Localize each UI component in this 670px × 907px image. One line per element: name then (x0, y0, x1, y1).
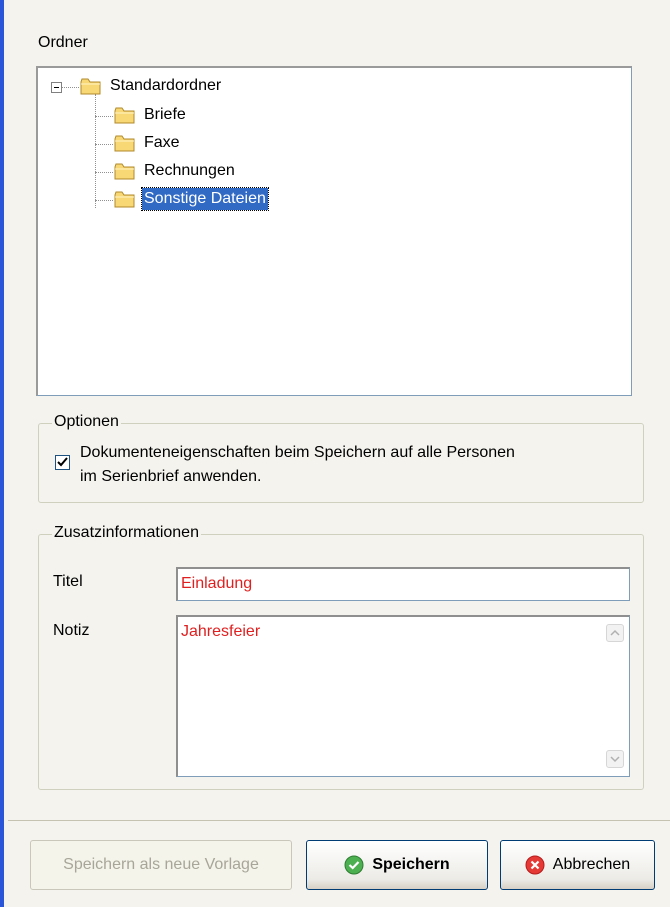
scroll-up-button[interactable] (606, 624, 624, 642)
folder-icon (114, 191, 135, 208)
folder-tree[interactable]: Standardordner Briefe Faxe Rechnungen So… (36, 66, 632, 396)
extra-info-legend: Zusatzinformationen (52, 524, 201, 542)
chevron-down-icon (610, 756, 620, 763)
red-x-circle-icon (525, 855, 545, 875)
tree-connector (95, 116, 113, 117)
cancel-button[interactable]: Abbrechen (500, 840, 655, 890)
options-group (38, 423, 644, 503)
folder-icon (114, 107, 135, 124)
save-as-template-label: Speichern als neue Vorlage (63, 856, 259, 873)
tree-node-label: Briefe (144, 106, 186, 123)
scroll-down-button[interactable] (606, 750, 624, 768)
save-as-template-button[interactable]: Speichern als neue Vorlage (30, 840, 292, 890)
green-check-circle-icon (344, 855, 364, 875)
options-legend: Optionen (52, 413, 121, 431)
folder-icon (114, 135, 135, 152)
tree-node-label: Faxe (144, 134, 180, 151)
tree-connector (95, 144, 113, 145)
note-label: Notiz (53, 622, 90, 639)
apply-to-all-label: Dokumenteneigenschaften beim Speichern a… (80, 444, 515, 461)
apply-to-all-label: im Serienbrief anwenden. (80, 468, 262, 485)
checkmark-icon (57, 457, 68, 467)
apply-to-all-checkbox[interactable] (55, 455, 70, 470)
collapse-toggle[interactable] (51, 82, 62, 93)
title-field[interactable]: Einladung (176, 567, 630, 601)
chevron-up-icon (610, 629, 620, 636)
folder-icon (80, 78, 101, 95)
tree-connector (95, 200, 113, 201)
tree-connector (61, 87, 79, 88)
tree-node-label: Rechnungen (144, 162, 235, 179)
title-label: Titel (53, 573, 83, 590)
save-label: Speichern (372, 856, 450, 873)
tree-connector (95, 172, 113, 173)
cancel-label: Abbrechen (552, 856, 631, 873)
folder-section-label: Ordner (38, 34, 88, 51)
tree-connector (95, 94, 96, 208)
window-left-edge (0, 0, 4, 907)
footer-divider (8, 820, 670, 821)
note-text: Jahresfeier (181, 623, 261, 640)
save-button[interactable]: Speichern (306, 840, 488, 890)
tree-node-label: Standardordner (110, 77, 222, 94)
tree-node-label-selected: Sonstige Dateien (141, 187, 269, 211)
folder-icon (114, 163, 135, 180)
note-textarea[interactable]: Jahresfeier (176, 615, 630, 777)
